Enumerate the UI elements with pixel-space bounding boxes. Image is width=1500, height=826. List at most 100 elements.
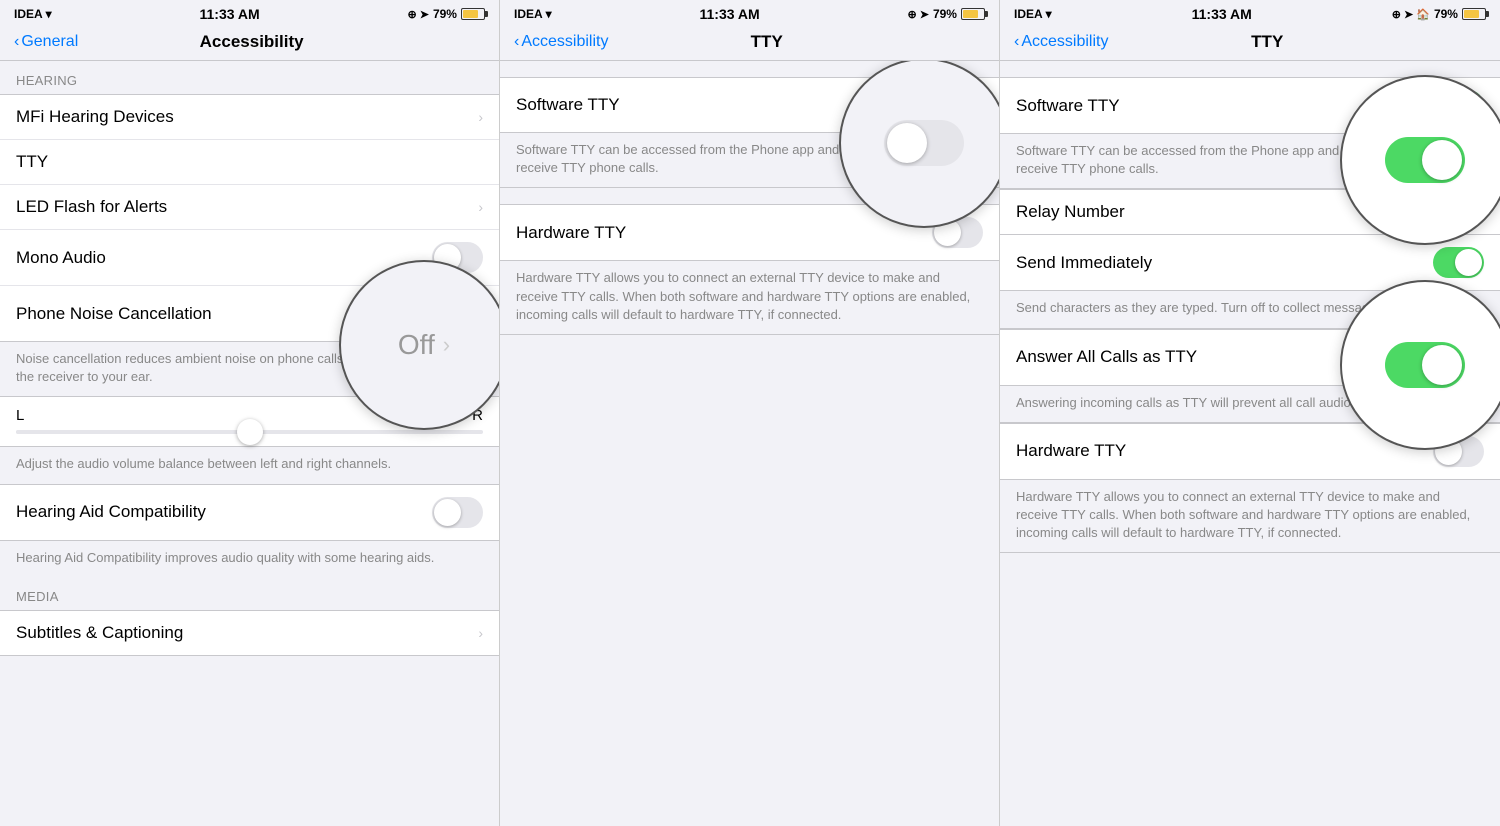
hardware-tty-label-2: Hardware TTY xyxy=(516,223,932,243)
battery-percent-2: 79% xyxy=(933,7,957,21)
software-tty-row-2[interactable]: Software TTY xyxy=(500,78,999,132)
chevron-icon-mfi: › xyxy=(478,109,483,125)
time-2: 11:33 AM xyxy=(699,6,759,22)
settings-content-2: Software TTY Software TTY can be accesse… xyxy=(500,61,999,826)
media-header: MEDIA xyxy=(0,577,499,610)
chevron-icon-subtitles: › xyxy=(478,625,483,641)
page-title-3: TTY xyxy=(1108,32,1426,52)
slider-track[interactable] xyxy=(16,430,483,434)
slider-thumb[interactable] xyxy=(237,419,263,445)
battery-percent-3: 79% xyxy=(1434,7,1458,21)
software-tty-thumb-zoom-green xyxy=(1422,140,1462,180)
back-label-3: Accessibility xyxy=(1021,33,1108,51)
wifi-icon-3: ▾ xyxy=(1046,7,1052,21)
back-label-1: General xyxy=(21,33,78,51)
send-immediately-zoom-3 xyxy=(1340,280,1500,450)
settings-content-1: HEARING MFi Hearing Devices › TTY Off › … xyxy=(0,61,499,826)
phone-screen-3: IDEA ▾ 11:33 AM ⊕ ➤ 🏠 79% ‹ Accessibilit… xyxy=(1000,0,1500,826)
chevron-left-icon-1: ‹ xyxy=(14,33,19,51)
carrier-2: IDEA xyxy=(514,7,543,21)
send-immediately-toggle-zoom-green xyxy=(1385,342,1465,388)
battery-icon-3 xyxy=(1462,8,1486,20)
hearing-aid-thumb xyxy=(434,499,461,526)
slider-fill xyxy=(16,430,250,434)
status-right-2: ⊕ ➤ 79% xyxy=(907,7,985,21)
hearing-aid-label: Hearing Aid Compatibility xyxy=(16,502,432,522)
status-bar-3: IDEA ▾ 11:33 AM ⊕ ➤ 🏠 79% xyxy=(1000,0,1500,26)
icons-3: ⊕ ➤ 🏠 xyxy=(1392,8,1430,21)
status-right-3: ⊕ ➤ 🏠 79% xyxy=(1392,7,1486,21)
back-button-2[interactable]: ‹ Accessibility xyxy=(514,33,608,51)
tty-zoom-circle: Off › xyxy=(339,260,499,430)
send-immediately-thumb-3 xyxy=(1455,249,1482,276)
send-immediately-toggle-3[interactable] xyxy=(1433,247,1484,278)
back-label-2: Accessibility xyxy=(521,33,608,51)
wifi-icon-1: ▾ xyxy=(46,7,52,21)
back-button-1[interactable]: ‹ General xyxy=(14,33,78,51)
software-tty-group-3: Software TTY xyxy=(1000,77,1500,134)
software-tty-zoom-top-3 xyxy=(1340,75,1500,245)
tty-zoom-chevron: › xyxy=(443,332,450,358)
slider-left-label: L xyxy=(16,407,24,424)
section-header-hearing: HEARING xyxy=(0,61,499,94)
send-immediately-thumb-zoom-green xyxy=(1422,345,1462,385)
hardware-tty-note-text-2: Hardware TTY allows you to connect an ex… xyxy=(516,269,983,324)
status-left-2: IDEA ▾ xyxy=(514,7,552,21)
mfi-hearing-row[interactable]: MFi Hearing Devices › xyxy=(0,95,499,140)
hearing-aid-group: Hearing Aid Compatibility xyxy=(0,484,499,541)
media-group: Subtitles & Captioning › xyxy=(0,610,499,656)
time-3: 11:33 AM xyxy=(1192,6,1252,22)
software-tty-toggle-zoom xyxy=(884,120,964,166)
status-bar-1: IDEA ▾ 11:33 AM ⊕ ➤ 79% xyxy=(0,0,499,26)
tty-group-2: Software TTY xyxy=(500,77,999,133)
led-flash-row[interactable]: LED Flash for Alerts › xyxy=(0,185,499,230)
chevron-left-icon-2: ‹ xyxy=(514,33,519,51)
hardware-tty-note-row-3: Hardware TTY allows you to connect an ex… xyxy=(1000,480,1500,554)
battery-icon-1 xyxy=(461,8,485,20)
slider-note-text: Adjust the audio volume balance between … xyxy=(16,455,483,473)
location-icon-1: ⊕ ➤ xyxy=(407,8,429,21)
nav-bar-3: ‹ Accessibility TTY xyxy=(1000,26,1500,61)
nav-bar-1: ‹ General Accessibility xyxy=(0,26,499,61)
hearing-aid-note-text: Hearing Aid Compatibility improves audio… xyxy=(16,549,483,567)
status-left-1: IDEA ▾ xyxy=(14,7,52,21)
time-1: 11:33 AM xyxy=(199,6,259,22)
icons-2: ⊕ ➤ xyxy=(907,8,929,21)
back-button-3[interactable]: ‹ Accessibility xyxy=(1014,33,1108,51)
hearing-aid-note-row: Hearing Aid Compatibility improves audio… xyxy=(0,541,499,577)
battery-percent-1: 79% xyxy=(433,7,457,21)
tty-label: TTY xyxy=(16,152,483,172)
hardware-tty-label-3: Hardware TTY xyxy=(1016,441,1433,461)
carrier-3: IDEA xyxy=(1014,7,1043,21)
slider-note-row: Adjust the audio volume balance between … xyxy=(0,447,499,483)
hearing-aid-toggle[interactable] xyxy=(432,497,483,528)
settings-content-3: Software TTY Software TTY can be accesse… xyxy=(1000,61,1500,826)
software-tty-toggle-zoom-green xyxy=(1385,137,1465,183)
phone-screen-1: IDEA ▾ 11:33 AM ⊕ ➤ 79% ‹ General Access… xyxy=(0,0,500,826)
nav-bar-2: ‹ Accessibility TTY xyxy=(500,26,999,61)
hearing-aid-row[interactable]: Hearing Aid Compatibility xyxy=(0,485,499,540)
chevron-left-icon-3: ‹ xyxy=(1014,33,1019,51)
page-title-1: Accessibility xyxy=(78,32,425,52)
carrier-1: IDEA xyxy=(14,7,43,21)
battery-icon-2 xyxy=(961,8,985,20)
wifi-icon-2: ▾ xyxy=(546,7,552,21)
subtitles-row[interactable]: Subtitles & Captioning › xyxy=(0,611,499,655)
status-bar-2: IDEA ▾ 11:33 AM ⊕ ➤ 79% xyxy=(500,0,999,26)
hardware-tty-note-text-3: Hardware TTY allows you to connect an ex… xyxy=(1016,488,1484,543)
led-flash-label: LED Flash for Alerts xyxy=(16,197,478,217)
page-title-2: TTY xyxy=(608,32,925,52)
status-right-1: ⊕ ➤ 79% xyxy=(407,7,485,21)
send-immediately-label-3: Send Immediately xyxy=(1016,253,1433,273)
mono-audio-label: Mono Audio xyxy=(16,248,432,268)
tty-off-text: Off xyxy=(398,329,435,361)
tty-row[interactable]: TTY Off › xyxy=(0,140,499,185)
mfi-hearing-label: MFi Hearing Devices xyxy=(16,107,478,127)
subtitles-label: Subtitles & Captioning xyxy=(16,623,478,643)
software-tty-zoom-2 xyxy=(839,61,999,228)
status-left-3: IDEA ▾ xyxy=(1014,7,1052,21)
hardware-tty-note-row-2: Hardware TTY allows you to connect an ex… xyxy=(500,261,999,335)
hearing-group: MFi Hearing Devices › TTY Off › LED Flas… xyxy=(0,94,499,342)
software-tty-thumb-zoom xyxy=(887,123,927,163)
chevron-icon-led: › xyxy=(478,199,483,215)
